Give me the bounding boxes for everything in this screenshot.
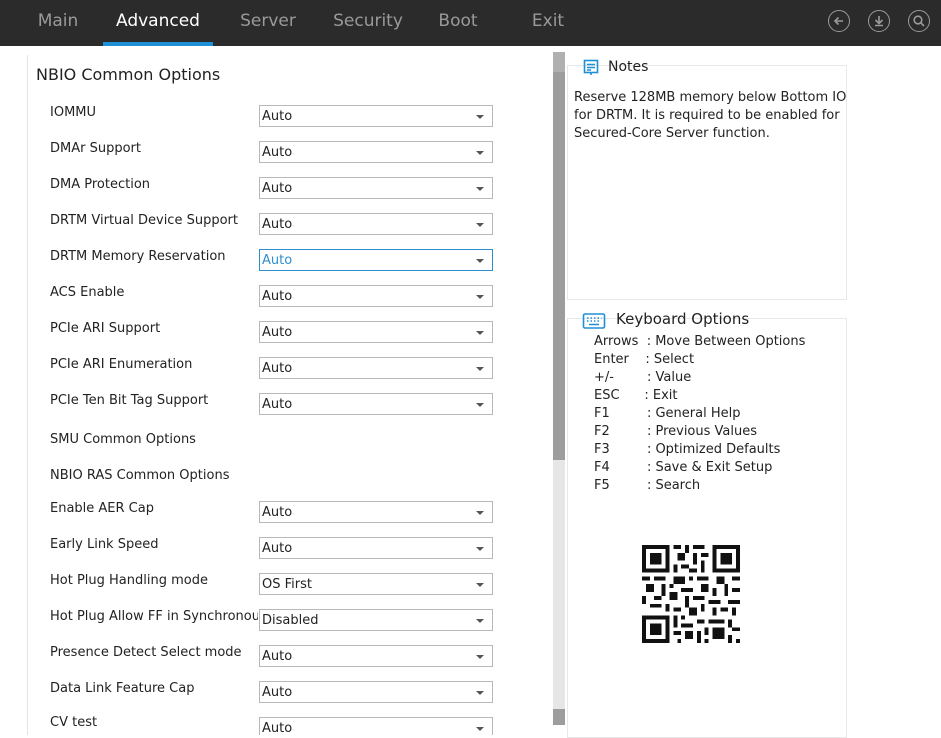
caret-down-icon bbox=[476, 295, 484, 299]
caret-down-icon bbox=[476, 727, 484, 731]
option-label-enable-aer-cap: Enable AER Cap bbox=[50, 501, 154, 516]
caret-down-icon bbox=[476, 583, 484, 587]
key-hint-plus-minus: +/- : Value bbox=[594, 370, 692, 385]
tab-server[interactable]: Server bbox=[232, 0, 304, 46]
option-label-iommu: IOMMU bbox=[50, 105, 97, 120]
section-title: NBIO Common Options bbox=[36, 65, 221, 84]
dropdown-value: Auto bbox=[262, 145, 293, 160]
submenu-nbio-ras-common-options[interactable]: NBIO RAS Common Options bbox=[50, 468, 350, 483]
caret-down-icon bbox=[476, 511, 484, 515]
caret-down-icon bbox=[476, 331, 484, 335]
caret-down-icon bbox=[476, 223, 484, 227]
acs-enable-dropdown[interactable]: Auto bbox=[259, 285, 493, 307]
option-label-drtm-virtual-device: DRTM Virtual Device Support bbox=[50, 213, 238, 228]
key-hint-f2: F2 : Previous Values bbox=[594, 424, 757, 439]
caret-down-icon bbox=[476, 259, 484, 263]
drtm-memory-reservation-dropdown[interactable]: Auto bbox=[259, 249, 493, 271]
key-hint-f1: F1 : General Help bbox=[594, 406, 741, 421]
caret-down-icon bbox=[476, 655, 484, 659]
caret-down-icon bbox=[476, 187, 484, 191]
dropdown-value: Auto bbox=[262, 505, 293, 520]
option-label-presence-detect-select-mode: Presence Detect Select mode bbox=[50, 645, 242, 660]
tab-exit[interactable]: Exit bbox=[524, 0, 572, 46]
hot-plug-allow-ff-dropdown[interactable]: Disabled bbox=[259, 609, 493, 631]
back-icon[interactable] bbox=[828, 10, 850, 32]
download-icon[interactable] bbox=[868, 10, 890, 32]
active-tab-indicator bbox=[103, 42, 213, 46]
keyboard-options-title: Keyboard Options bbox=[616, 310, 750, 328]
notes-title: Notes bbox=[608, 59, 649, 75]
keyboard-icon bbox=[582, 311, 606, 331]
option-label-cv-test: CV test bbox=[50, 715, 98, 730]
caret-down-icon bbox=[476, 403, 484, 407]
dropdown-value: Disabled bbox=[262, 613, 319, 628]
options-panel: NBIO Common Options IOMMU Auto DMAr Supp… bbox=[27, 55, 552, 735]
dropdown-value: Auto bbox=[262, 217, 293, 232]
dropdown-value: Auto bbox=[262, 721, 293, 735]
caret-down-icon bbox=[476, 367, 484, 371]
key-hint-arrows: Arrows : Move Between Options bbox=[594, 334, 806, 349]
drtm-virtual-device-dropdown[interactable]: Auto bbox=[259, 213, 493, 235]
tab-security[interactable]: Security bbox=[328, 0, 408, 46]
data-link-feature-cap-dropdown[interactable]: Auto bbox=[259, 681, 493, 703]
keyboard-options-panel: Keyboard Options Arrows : Move Between O… bbox=[567, 310, 847, 738]
option-label-data-link-feature-cap: Data Link Feature Cap bbox=[50, 681, 195, 696]
dropdown-value: Auto bbox=[262, 541, 293, 556]
dmar-support-dropdown[interactable]: Auto bbox=[259, 141, 493, 163]
option-label-early-link-speed: Early Link Speed bbox=[50, 537, 159, 552]
option-label-pcie-ten-bit-tag: PCIe Ten Bit Tag Support bbox=[50, 393, 209, 408]
caret-down-icon bbox=[476, 547, 484, 551]
option-label-hot-plug-allow-ff: Hot Plug Allow FF in Synchronous bbox=[50, 609, 258, 624]
dropdown-value: Auto bbox=[262, 685, 293, 700]
caret-down-icon bbox=[476, 691, 484, 695]
notes-icon bbox=[582, 58, 600, 76]
option-label-dmar-support: DMAr Support bbox=[50, 141, 141, 156]
presence-detect-select-mode-dropdown[interactable]: Auto bbox=[259, 645, 493, 667]
option-label-pcie-ari-enumeration: PCIe ARI Enumeration bbox=[50, 357, 193, 372]
enable-aer-cap-dropdown[interactable]: Auto bbox=[259, 501, 493, 523]
key-hint-f4: F4 : Save & Exit Setup bbox=[594, 460, 773, 475]
tab-advanced[interactable]: Advanced bbox=[103, 0, 213, 46]
tab-main[interactable]: Main bbox=[27, 0, 89, 46]
scrollbar-thumb[interactable] bbox=[553, 72, 565, 460]
dropdown-value: Auto bbox=[262, 109, 293, 124]
scrollbar-top-segment bbox=[553, 52, 565, 72]
dropdown-value: Auto bbox=[262, 181, 293, 196]
early-link-speed-dropdown[interactable]: Auto bbox=[259, 537, 493, 559]
dropdown-value: Auto bbox=[262, 253, 293, 268]
key-hint-f3: F3 : Optimized Defaults bbox=[594, 442, 781, 457]
top-nav-bar: Main Advanced Server Security Boot Exit bbox=[0, 0, 941, 46]
notes-text: Reserve 128MB memory below Bottom IO for… bbox=[574, 90, 847, 141]
cv-test-dropdown[interactable]: Auto bbox=[259, 717, 493, 735]
dropdown-value: Auto bbox=[262, 289, 293, 304]
dma-protection-dropdown[interactable]: Auto bbox=[259, 177, 493, 199]
key-hint-esc: ESC : Exit bbox=[594, 388, 678, 403]
iommu-dropdown[interactable]: Auto bbox=[259, 105, 493, 127]
search-icon[interactable] bbox=[908, 10, 930, 32]
submenu-smu-common-options[interactable]: SMU Common Options bbox=[50, 432, 350, 447]
dropdown-value: OS First bbox=[262, 577, 312, 592]
option-label-hot-plug-handling-mode: Hot Plug Handling mode bbox=[50, 573, 208, 588]
dropdown-value: Auto bbox=[262, 325, 293, 340]
pcie-ari-support-dropdown[interactable]: Auto bbox=[259, 321, 493, 343]
caret-down-icon bbox=[476, 619, 484, 623]
key-hint-enter: Enter : Select bbox=[594, 352, 695, 367]
dropdown-value: Auto bbox=[262, 361, 293, 376]
notes-panel: Notes Reserve 128MB memory below Bottom … bbox=[567, 59, 847, 300]
option-label-drtm-memory-reservation: DRTM Memory Reservation bbox=[50, 249, 226, 264]
dropdown-value: Auto bbox=[262, 649, 293, 664]
tab-boot[interactable]: Boot bbox=[431, 0, 485, 46]
qr-code-icon bbox=[642, 545, 740, 643]
hot-plug-handling-mode-dropdown[interactable]: OS First bbox=[259, 573, 493, 595]
caret-down-icon bbox=[476, 115, 484, 119]
option-label-acs-enable: ACS Enable bbox=[50, 285, 125, 300]
pcie-ten-bit-tag-dropdown[interactable]: Auto bbox=[259, 393, 493, 415]
option-label-dma-protection: DMA Protection bbox=[50, 177, 151, 192]
option-label-pcie-ari-support: PCIe ARI Support bbox=[50, 321, 161, 336]
caret-down-icon bbox=[476, 151, 484, 155]
key-hint-f5: F5 : Search bbox=[594, 478, 701, 493]
dropdown-value: Auto bbox=[262, 397, 293, 412]
pcie-ari-enumeration-dropdown[interactable]: Auto bbox=[259, 357, 493, 379]
scrollbar-bottom-segment bbox=[553, 709, 565, 725]
